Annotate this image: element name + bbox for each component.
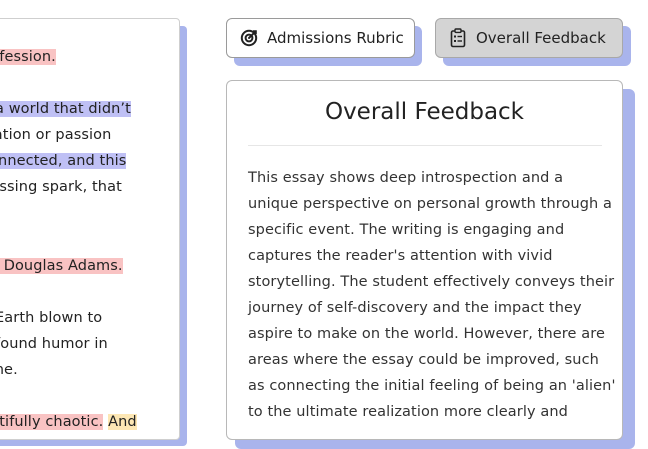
essay-line: d Earth blown to xyxy=(0,308,102,328)
essay-line: ivation or passion xyxy=(0,125,111,145)
essay-line: l me. xyxy=(0,360,18,380)
highlight-blue[interactable]: connected, and this xyxy=(0,153,127,169)
highlight-red[interactable]: by Douglas Adams. xyxy=(0,258,123,274)
essay-line: autifully chaotic. And xyxy=(0,412,137,432)
feedback-line: aspire to make on the world. However, th… xyxy=(248,326,606,342)
feedback-title: Overall Feedback xyxy=(324,99,525,125)
feedback-body: This essay shows deep introspection and … xyxy=(248,165,616,425)
feedback-line: unique perspective on personal growth th… xyxy=(248,196,613,212)
essay-line: missing spark, that xyxy=(0,177,122,197)
admissions-rubric-button[interactable]: Admissions Rubric xyxy=(226,18,415,58)
highlight-red[interactable]: autifully chaotic. xyxy=(0,414,104,430)
overall-feedback-button[interactable]: Overall Feedback xyxy=(435,18,623,58)
highlight-red[interactable]: onfession. xyxy=(0,49,56,65)
essay-panel[interactable]: onfession. h a world that didn’t ivation… xyxy=(0,18,180,440)
feedback-line: journey of self-discovery and the impact… xyxy=(248,300,582,316)
admissions-rubric-label: Admissions Rubric xyxy=(267,29,404,47)
essay-line: h a world that didn’t xyxy=(0,99,131,119)
overall-feedback-label: Overall Feedback xyxy=(476,29,606,47)
essay-line: onfession. xyxy=(0,47,56,67)
divider xyxy=(248,145,602,146)
essay-text: d found humor in xyxy=(0,336,108,352)
highlight-yellow[interactable]: And xyxy=(108,414,137,430)
feedback-line: captures the reader's attention with viv… xyxy=(248,248,553,264)
feedback-card: Overall Feedback This essay shows deep i… xyxy=(226,80,623,440)
clipboard-icon xyxy=(448,28,468,48)
essay-line: d found humor in xyxy=(0,334,108,354)
essay-line: connected, and this xyxy=(0,151,127,171)
target-icon xyxy=(239,28,259,48)
feedback-line: areas where the essay could be improved,… xyxy=(248,352,599,368)
essay-text: ivation or passion xyxy=(0,127,112,143)
essay-text: l me. xyxy=(0,362,18,378)
essay-line: by Douglas Adams. xyxy=(0,256,123,276)
highlight-blue[interactable]: h a world that didn’t xyxy=(0,101,131,117)
feedback-line: storytelling. The student effectively co… xyxy=(248,274,615,290)
feedback-line: This essay shows deep introspection and … xyxy=(248,170,564,186)
feedback-line: specific event. The writing is engaging … xyxy=(248,222,565,238)
feedback-line: to the ultimate realization more clearly… xyxy=(248,404,568,420)
essay-text: d Earth blown to xyxy=(0,310,103,326)
essay-text: missing spark, that xyxy=(0,179,122,195)
feedback-line: as connecting the initial feeling of bei… xyxy=(248,378,616,394)
